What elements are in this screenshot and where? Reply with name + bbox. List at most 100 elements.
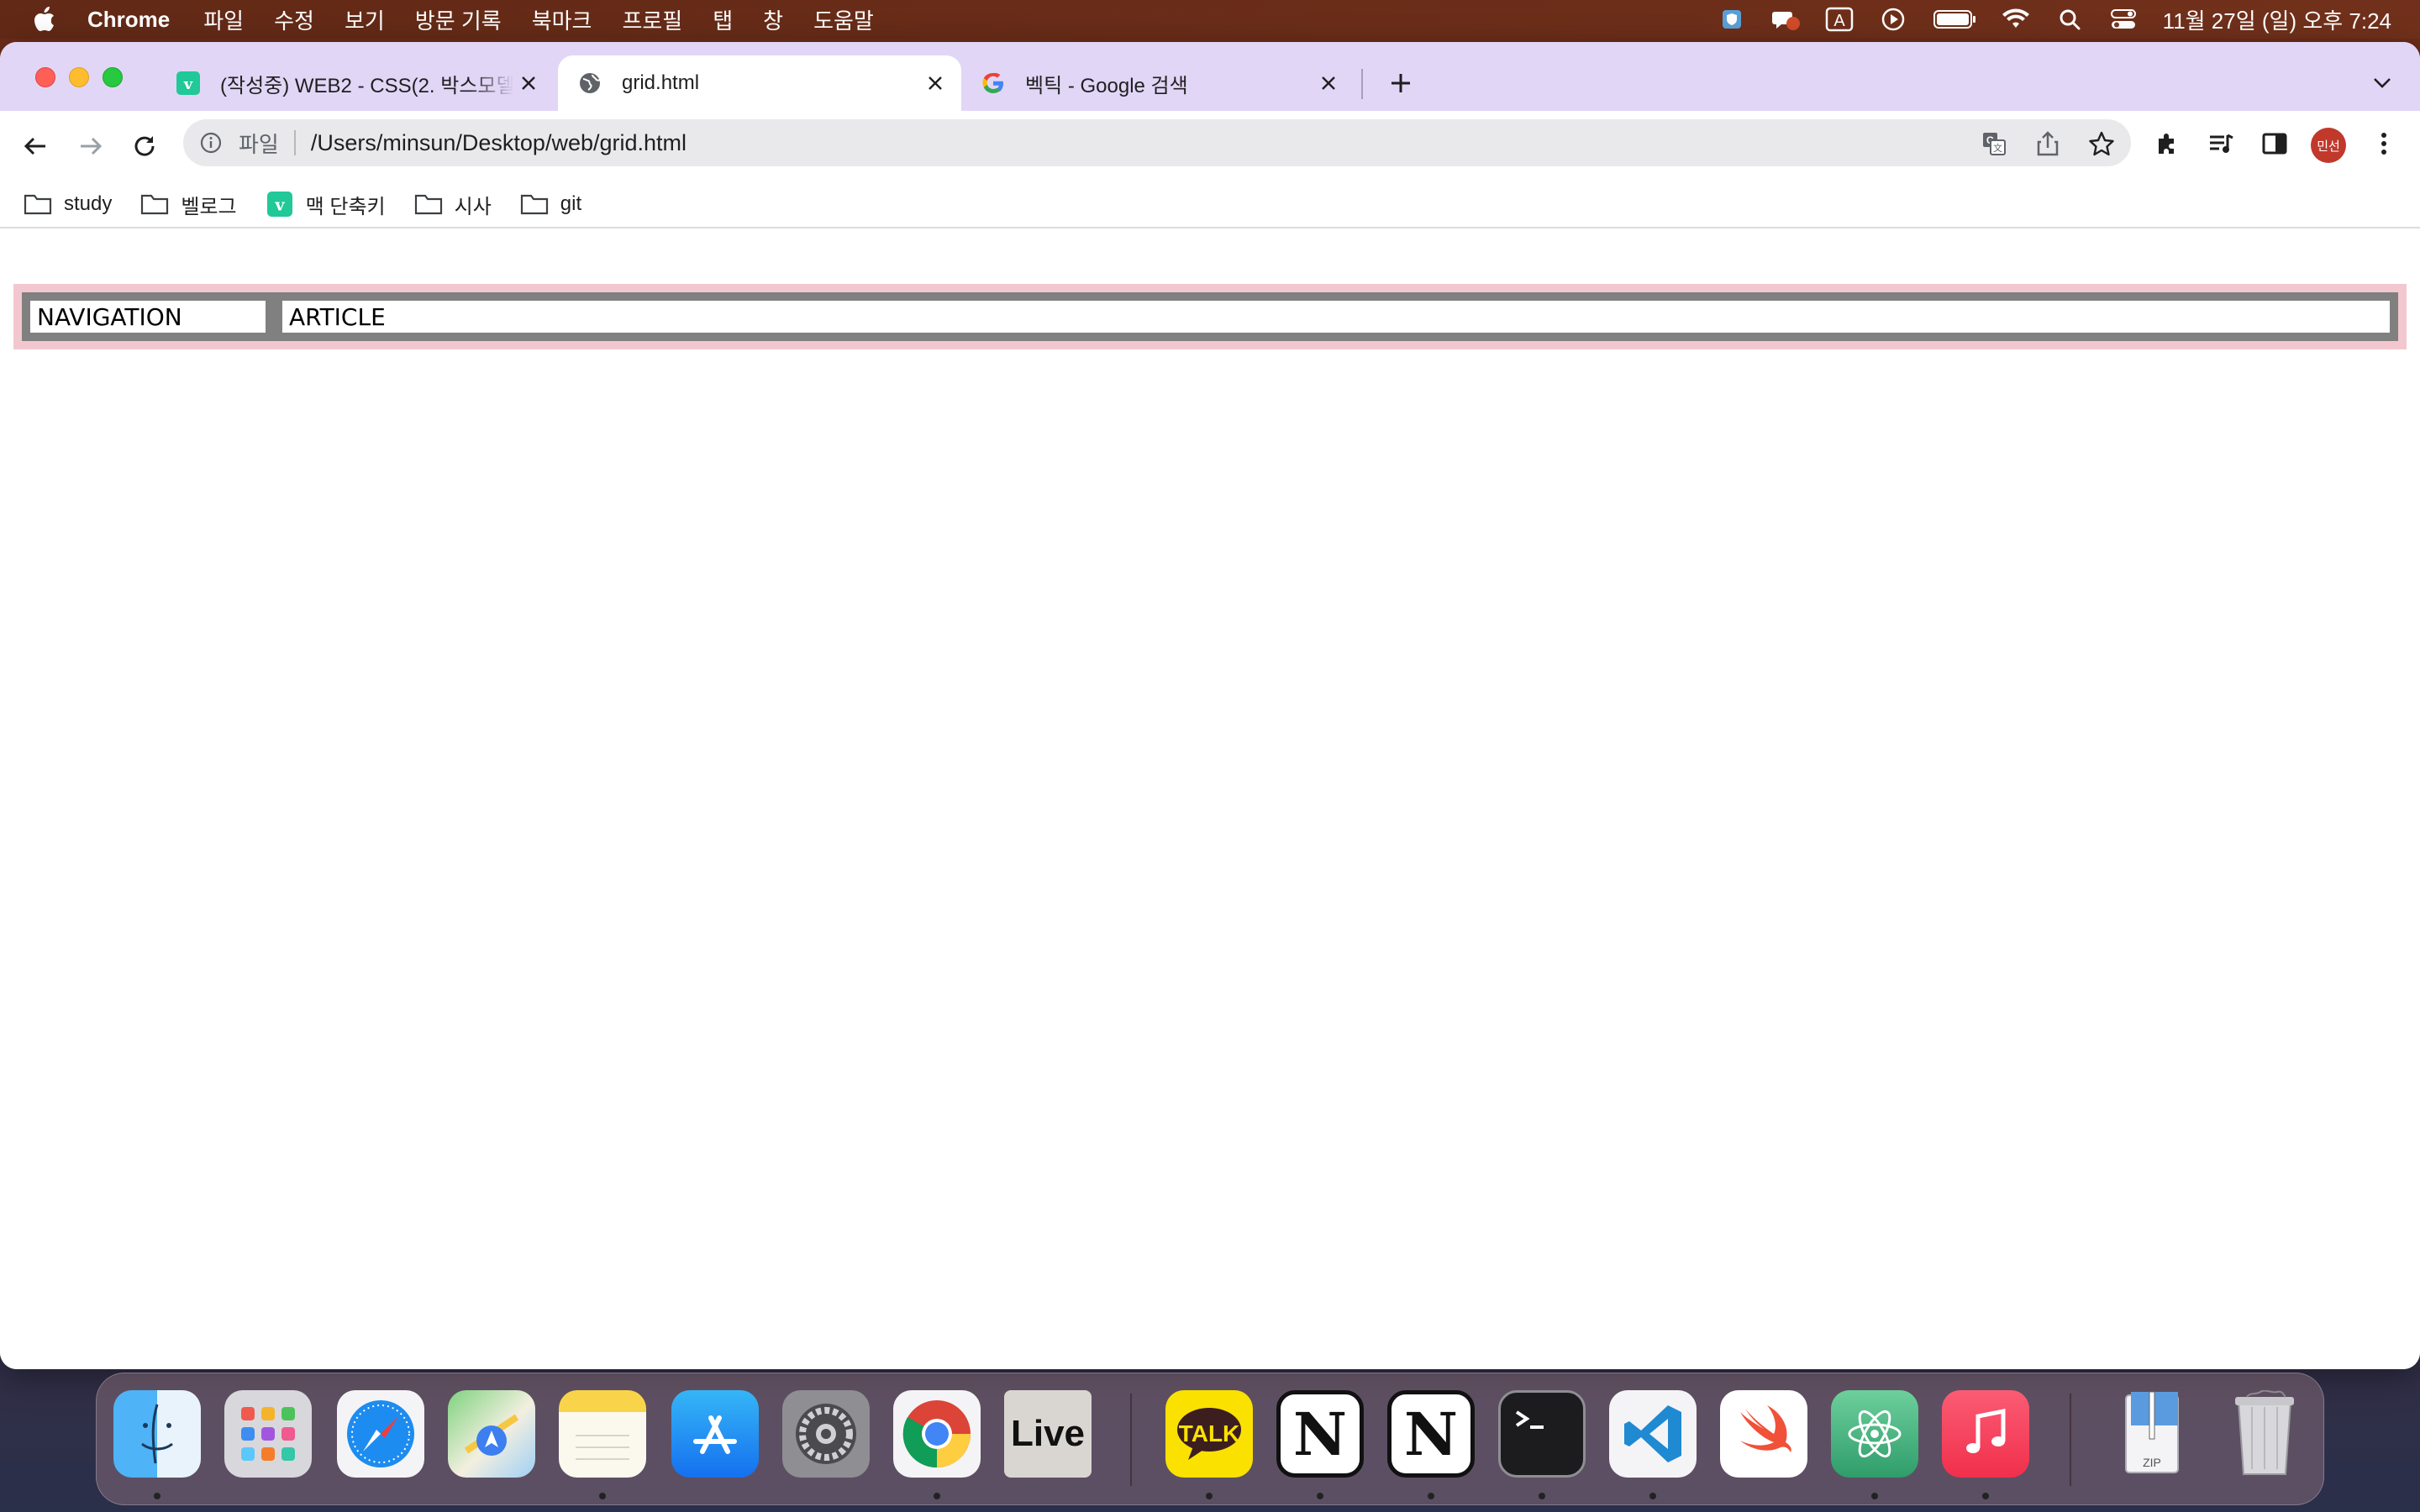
bookmark-news[interactable]: 시사 xyxy=(414,190,492,219)
ableton-live-icon[interactable]: Live xyxy=(1004,1390,1092,1478)
omnibox-divider xyxy=(293,130,296,155)
running-indicator xyxy=(1649,1493,1656,1499)
bookmark-study[interactable]: study xyxy=(24,192,112,216)
url-text[interactable]: /Users/minsun/Desktop/web/grid.html xyxy=(311,130,687,156)
velog-icon: v xyxy=(266,192,294,217)
menubar: Chrome 파일 수정 보기 방문 기록 북마크 프로필 탭 창 도움말 A xyxy=(0,0,2420,39)
bookmark-git[interactable]: git xyxy=(520,192,581,216)
menubar-clock[interactable]: 11월 27일 (일) 오후 7:24 xyxy=(2163,4,2391,35)
atom-icon[interactable] xyxy=(1831,1390,1918,1478)
article-cell: ARTICLE xyxy=(274,292,2398,341)
talk-label: TALK xyxy=(1178,1420,1240,1446)
site-info-icon[interactable] xyxy=(198,130,224,155)
finder-icon[interactable] xyxy=(113,1390,201,1478)
minimize-window-button[interactable] xyxy=(69,67,89,87)
trash-icon[interactable] xyxy=(2221,1390,2308,1478)
svg-text:v: v xyxy=(274,196,285,215)
media-playlist-icon[interactable] xyxy=(2207,129,2235,158)
maps-icon[interactable] xyxy=(448,1390,535,1478)
chrome-icon[interactable] xyxy=(893,1390,981,1478)
reload-icon[interactable] xyxy=(128,129,161,163)
menu-edit[interactable]: 수정 xyxy=(274,4,314,35)
dock-separator xyxy=(2070,1394,2071,1486)
menu-bookmarks[interactable]: 북마크 xyxy=(532,4,592,35)
tab-search-chevron-down-icon[interactable] xyxy=(2370,71,2395,96)
zip-label: ZIP xyxy=(2143,1456,2161,1469)
translate-icon[interactable]: G文 xyxy=(1981,131,2007,156)
vscode-icon[interactable] xyxy=(1609,1390,1697,1478)
close-tab-icon[interactable] xyxy=(1318,72,1339,94)
chrome-window: v (작성중) WEB2 - CSS(2. 박스모델 grid.html 벡틱 … xyxy=(0,42,2420,1369)
close-tab-icon[interactable] xyxy=(518,72,539,94)
bookmark-label: 시사 xyxy=(454,195,492,218)
terminal-icon[interactable] xyxy=(1498,1390,1586,1478)
side-panel-icon[interactable] xyxy=(2260,129,2289,158)
system-preferences-gear-icon[interactable] xyxy=(782,1390,870,1478)
running-indicator xyxy=(1539,1493,1545,1499)
close-window-button[interactable] xyxy=(35,67,55,87)
back-arrow-icon[interactable] xyxy=(18,129,52,163)
menu-history[interactable]: 방문 기록 xyxy=(415,4,502,35)
menu-help[interactable]: 도움말 xyxy=(813,4,874,35)
live-label: Live xyxy=(1010,1413,1086,1454)
window-controls xyxy=(35,67,123,87)
control-center-icon[interactable] xyxy=(2109,5,2138,34)
running-indicator xyxy=(599,1493,606,1499)
menubar-app-name[interactable]: Chrome xyxy=(87,7,170,33)
notion-icon[interactable]: N xyxy=(1276,1390,1364,1478)
apple-menu-icon[interactable] xyxy=(32,7,57,32)
notes-icon[interactable] xyxy=(559,1390,646,1478)
running-indicator xyxy=(1317,1493,1323,1499)
zip-archive-icon[interactable]: ZIP xyxy=(2108,1390,2196,1478)
music-icon[interactable] xyxy=(1942,1390,2029,1478)
zoom-window-button[interactable] xyxy=(103,67,123,87)
new-tab-plus-icon[interactable] xyxy=(1386,69,1415,97)
tab-google-search[interactable]: 벡틱 - Google 검색 xyxy=(965,55,1355,111)
share-icon[interactable] xyxy=(2035,131,2060,156)
close-tab-icon[interactable] xyxy=(924,72,946,94)
spotlight-search-icon[interactable] xyxy=(2055,5,2084,34)
google-icon xyxy=(981,71,1005,95)
kakaotalk-icon[interactable]: TALK xyxy=(1165,1390,1253,1478)
more-vertical-icon[interactable] xyxy=(2370,129,2398,158)
tab-separator xyxy=(1361,69,1363,99)
notification-chat-icon[interactable] xyxy=(1771,5,1800,34)
folder-icon xyxy=(24,192,52,216)
notion-n-glyph: N xyxy=(1404,1399,1458,1469)
bookmark-star-icon[interactable] xyxy=(2089,131,2114,156)
extensions-puzzle-icon[interactable] xyxy=(2153,129,2181,158)
folder-icon xyxy=(140,192,169,216)
folder-icon xyxy=(520,192,549,216)
battery-icon[interactable] xyxy=(1933,5,1976,34)
svg-text:v: v xyxy=(183,76,193,93)
browser-toolbar: 파일 /Users/minsun/Desktop/web/grid.html G… xyxy=(0,111,2420,181)
tab-strip: v (작성중) WEB2 - CSS(2. 박스모델 grid.html 벡틱 … xyxy=(0,42,2420,111)
running-indicator xyxy=(1428,1493,1434,1499)
grid-container: NAVIGATION ARTICLE xyxy=(13,284,2407,349)
launchpad-icon[interactable] xyxy=(224,1390,312,1478)
shield-icon[interactable] xyxy=(1718,5,1746,34)
url-scheme-label: 파일 xyxy=(239,131,279,157)
bookmark-mac-shortcuts[interactable]: v 맥 단축키 xyxy=(266,190,386,219)
play-icon[interactable] xyxy=(1879,5,1907,34)
menu-view[interactable]: 보기 xyxy=(345,4,385,35)
profile-avatar[interactable]: 민선 xyxy=(2311,128,2346,163)
address-bar[interactable]: 파일 /Users/minsun/Desktop/web/grid.html G… xyxy=(183,119,2131,166)
app-store-icon[interactable] xyxy=(671,1390,759,1478)
tab-grid-html[interactable]: grid.html xyxy=(558,55,961,111)
forward-arrow-icon[interactable] xyxy=(74,129,108,163)
menu-profiles[interactable]: 프로필 xyxy=(622,4,682,35)
bookmark-label: 벨로그 xyxy=(181,195,237,218)
notion-n-glyph: N xyxy=(1293,1399,1347,1469)
tab-velog-draft[interactable]: v (작성중) WEB2 - CSS(2. 박스모델 xyxy=(165,55,555,111)
menu-window[interactable]: 창 xyxy=(763,4,783,35)
bookmark-velog[interactable]: 벨로그 xyxy=(140,190,237,219)
safari-icon[interactable] xyxy=(337,1390,424,1478)
notion-icon[interactable]: N xyxy=(1387,1390,1475,1478)
swift-icon[interactable] xyxy=(1720,1390,1807,1478)
menu-file[interactable]: 파일 xyxy=(203,4,244,35)
dock: Live TALK N N ZIP xyxy=(96,1373,2324,1505)
wifi-icon[interactable] xyxy=(2002,5,2030,34)
menu-tab[interactable]: 탭 xyxy=(713,4,733,35)
input-source-icon[interactable]: A xyxy=(1825,5,1854,34)
